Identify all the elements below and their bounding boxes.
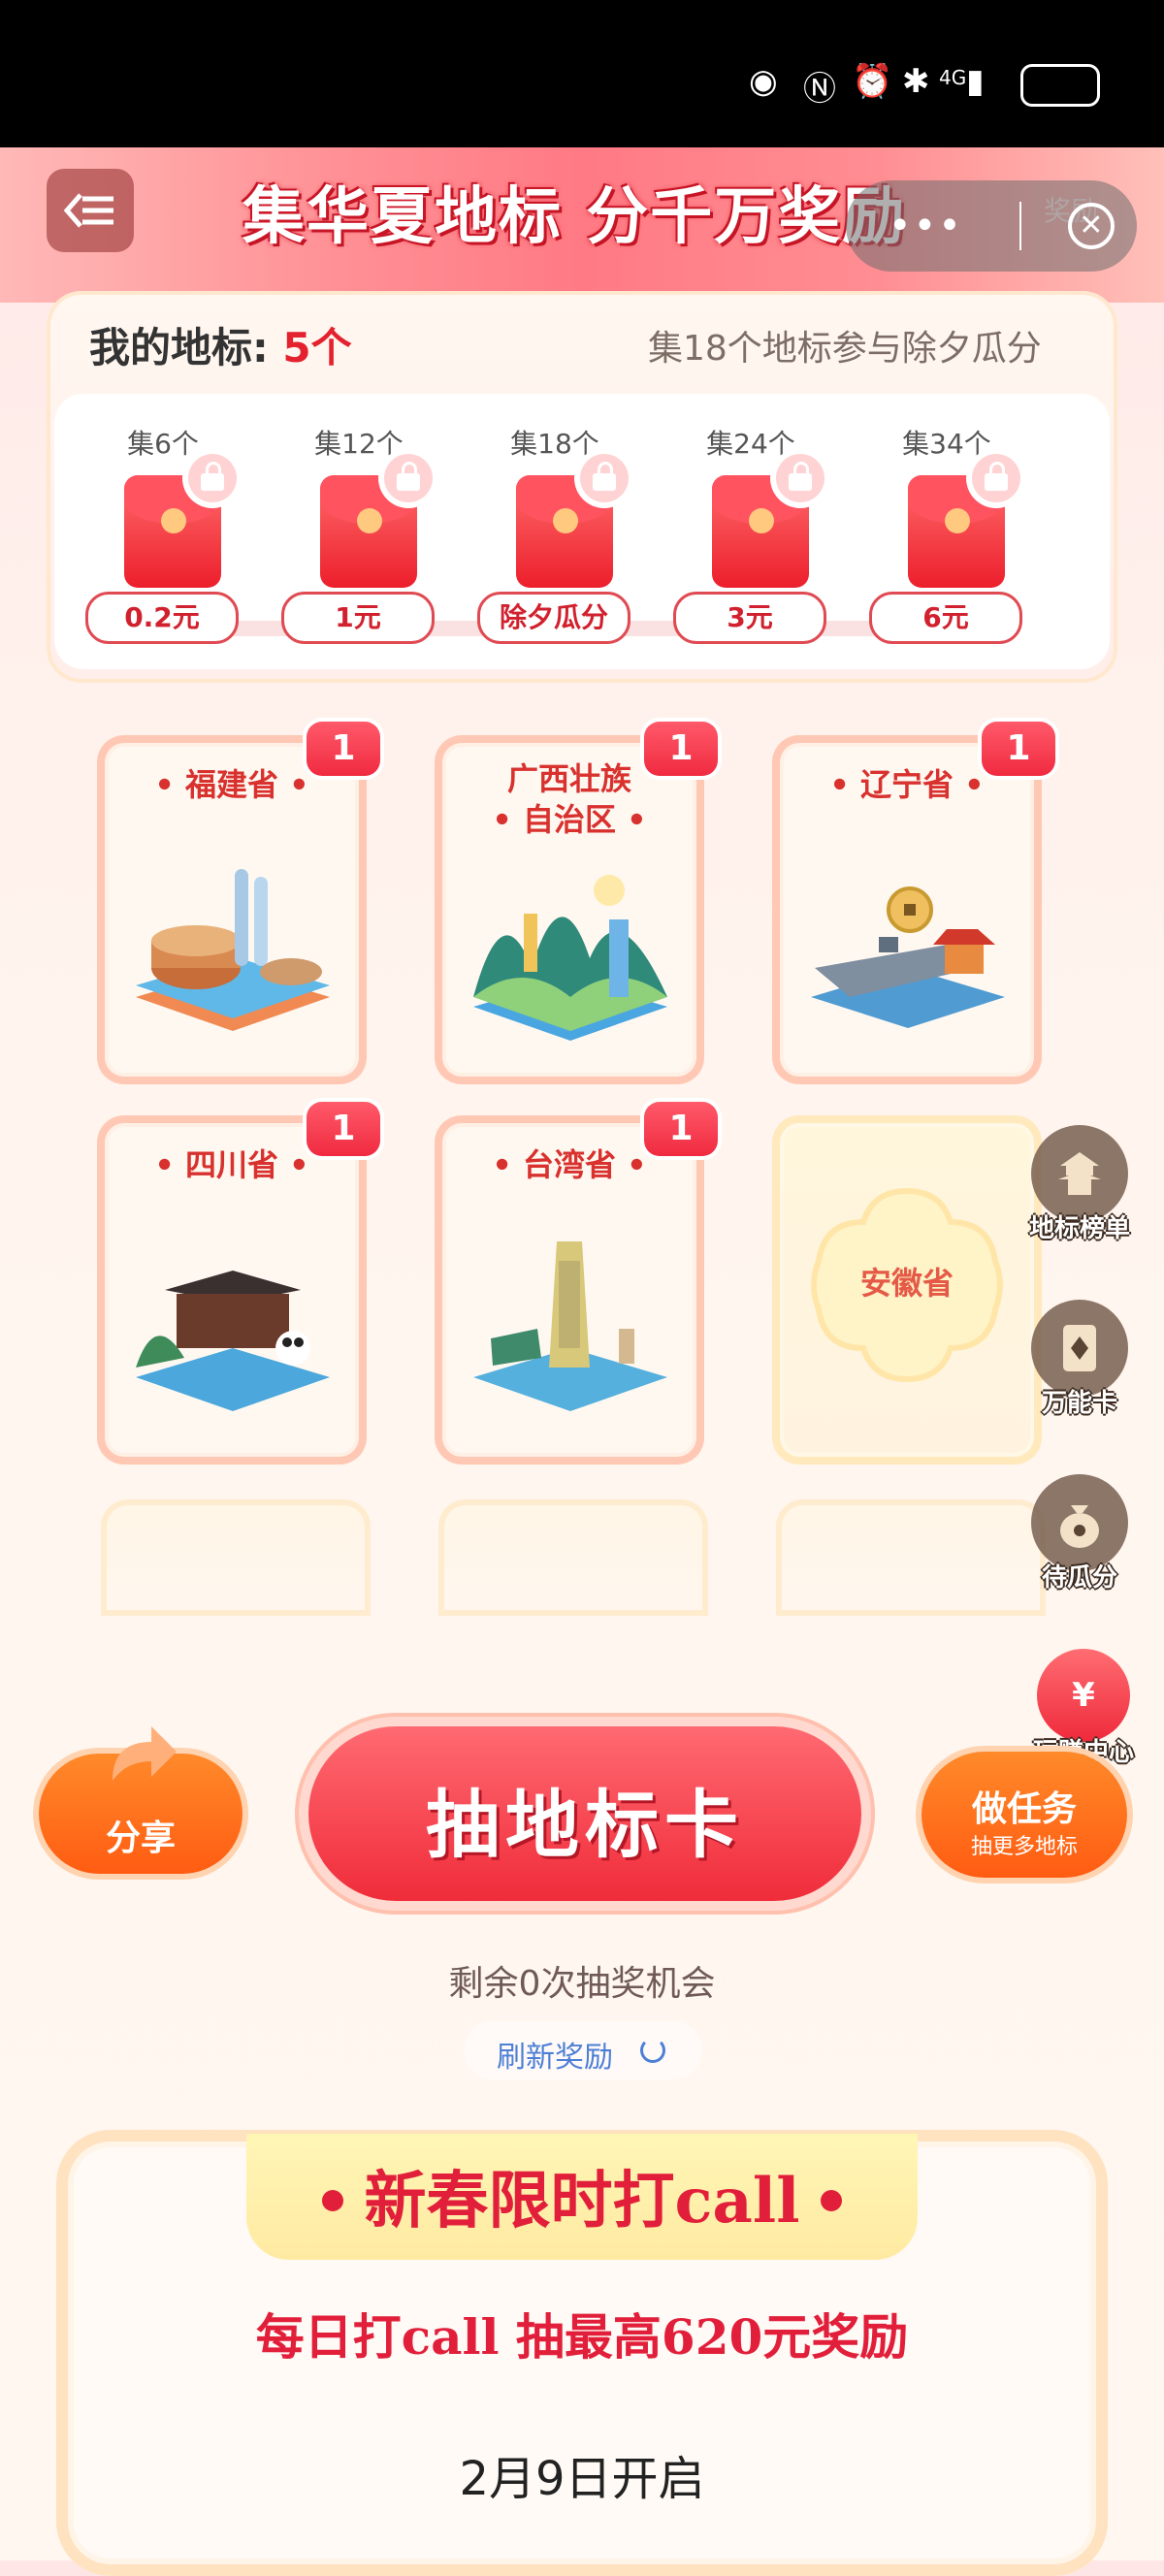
tier-reward: 6元	[869, 592, 1022, 644]
tier-item[interactable]: 集34个 6元	[859, 394, 1034, 669]
share-button[interactable]: 分享	[39, 1726, 242, 1874]
landmark-illustration	[473, 1241, 667, 1411]
my-landmarks-label: 我的地标:	[89, 324, 269, 371]
lock-icon	[384, 454, 433, 502]
lock-icon	[972, 454, 1020, 502]
tier-label: 集34个	[902, 428, 991, 460]
card-icon	[1031, 1300, 1128, 1397]
tier-label: 集24个	[706, 428, 795, 460]
decorative-dot	[821, 2190, 842, 2211]
do-task-button[interactable]: 做任务 抽更多地标	[922, 1752, 1127, 1878]
draw-card-button[interactable]: 抽地标卡	[308, 1726, 861, 1901]
landmark-card-anhui-locked[interactable]: 安徽省	[772, 1115, 1042, 1465]
refresh-label: 刷新奖励	[497, 2041, 613, 2075]
festival-title: 新春限时打call	[364, 2165, 800, 2238]
tier-label: 集12个	[314, 428, 404, 460]
more-button[interactable]: •••	[889, 204, 963, 248]
side-button-label: 待瓜分	[1041, 1563, 1117, 1593]
landmark-card-sichuan[interactable]: • 四川省 • 1	[97, 1102, 380, 1465]
landmark-illustration	[136, 869, 330, 1031]
side-button-label: 万能卡	[1041, 1389, 1117, 1418]
remaining-draws-text: 剩余0次抽奖机会	[448, 1964, 716, 2004]
tier-item[interactable]: 集12个 1元	[272, 394, 446, 669]
tier-label: 集18个	[510, 428, 599, 460]
tier-reward: 3元	[673, 592, 826, 644]
wildcard-button[interactable]: 万能卡	[1017, 1300, 1143, 1419]
tier-label: 集6个	[127, 428, 199, 460]
pagoda-icon	[1031, 1125, 1128, 1222]
landmark-card-guangxi[interactable]: 广西壮族 • 自治区 • 1	[435, 722, 718, 1084]
eye-icon: ◉	[749, 62, 778, 101]
network-type: 4G	[939, 66, 967, 89]
card-count-badge: 1	[307, 722, 380, 776]
card-title: 安徽省	[859, 1265, 954, 1302]
money-bag-icon	[1031, 1474, 1128, 1571]
bluetooth-icon: ✱	[902, 62, 930, 101]
landmark-card-placeholder	[438, 1499, 708, 1616]
lock-icon	[580, 454, 629, 502]
landmark-card-fujian[interactable]: • 福建省 • 1	[97, 722, 380, 1084]
festival-start-date: 2月9日开启	[459, 2452, 705, 2506]
status-bar	[0, 0, 1164, 147]
festival-banner: 新春限时打call	[246, 2134, 918, 2260]
capsule-divider	[1018, 202, 1021, 250]
landmark-illustration	[811, 886, 1005, 1028]
landmark-card-placeholder	[776, 1499, 1046, 1616]
draw-card-label: 抽地标卡	[426, 1782, 744, 1868]
card-count-badge: 1	[982, 722, 1055, 776]
menu-icon	[63, 193, 113, 228]
landmark-illustration	[136, 1271, 330, 1411]
do-task-sublabel: 抽更多地标	[970, 1835, 1078, 1859]
back-menu-button[interactable]	[47, 169, 134, 252]
reward-tiers: 集6个 0.2元 集12个 1元 集18个 除夕瓜分 集24个 3元 集34个 …	[54, 394, 1110, 669]
battery-indicator: 90	[1020, 64, 1100, 107]
card-count-badge: 1	[644, 1102, 718, 1156]
my-landmarks-count: 我的地标: 5个	[89, 315, 352, 374]
close-icon[interactable]: ✕	[1067, 203, 1115, 249]
refresh-reward-button[interactable]: 刷新奖励	[464, 2021, 702, 2079]
refresh-icon	[640, 2038, 665, 2063]
progress-note: 集18个地标参与除夕瓜分	[648, 329, 1042, 369]
mini-program-capsule: ••• ✕	[846, 180, 1137, 272]
tier-reward: 除夕瓜分	[477, 592, 630, 644]
lock-icon	[188, 454, 237, 502]
landmark-card-taiwan[interactable]: • 台湾省 • 1	[435, 1102, 718, 1465]
tier-item[interactable]: 集6个 0.2元	[76, 394, 250, 669]
tier-item[interactable]: 集18个 除夕瓜分	[468, 394, 642, 669]
do-task-label: 做任务	[971, 1789, 1077, 1829]
share-label: 分享	[105, 1819, 176, 1858]
tier-item[interactable]: 集24个 3元	[663, 394, 838, 669]
landmark-card-liaoning[interactable]: • 辽宁省 • 1	[772, 722, 1055, 1084]
tier-reward: 0.2元	[85, 592, 239, 644]
pending-share-button[interactable]: 待瓜分	[1017, 1474, 1143, 1594]
tier-reward: 1元	[281, 592, 435, 644]
lock-icon	[776, 454, 824, 502]
card-count-badge: 1	[644, 722, 718, 776]
earn-center-button[interactable]: ¥ 玩赚中心	[1020, 1649, 1147, 1768]
red-envelope-icon: ¥	[1037, 1649, 1130, 1742]
signal-icon: ▮	[966, 62, 985, 101]
alarm-icon: ⏰	[852, 62, 893, 101]
landmark-count: 5个	[282, 324, 352, 371]
status-time: 6:47	[405, 56, 501, 106]
share-arrow-icon	[113, 1726, 177, 1781]
landmark-ranking-button[interactable]: 地标榜单	[1017, 1125, 1143, 1244]
side-button-label: 地标榜单	[1028, 1214, 1130, 1243]
landmark-card-placeholder	[101, 1499, 371, 1616]
page-title: 集华夏地标 分千万奖励	[242, 180, 907, 253]
card-count-badge: 1	[307, 1102, 380, 1156]
festival-subtitle: 每日打call 抽最高620元奖励	[255, 2308, 909, 2366]
landmark-illustration	[473, 875, 667, 1041]
nfc-icon: Ⓝ	[803, 70, 836, 109]
